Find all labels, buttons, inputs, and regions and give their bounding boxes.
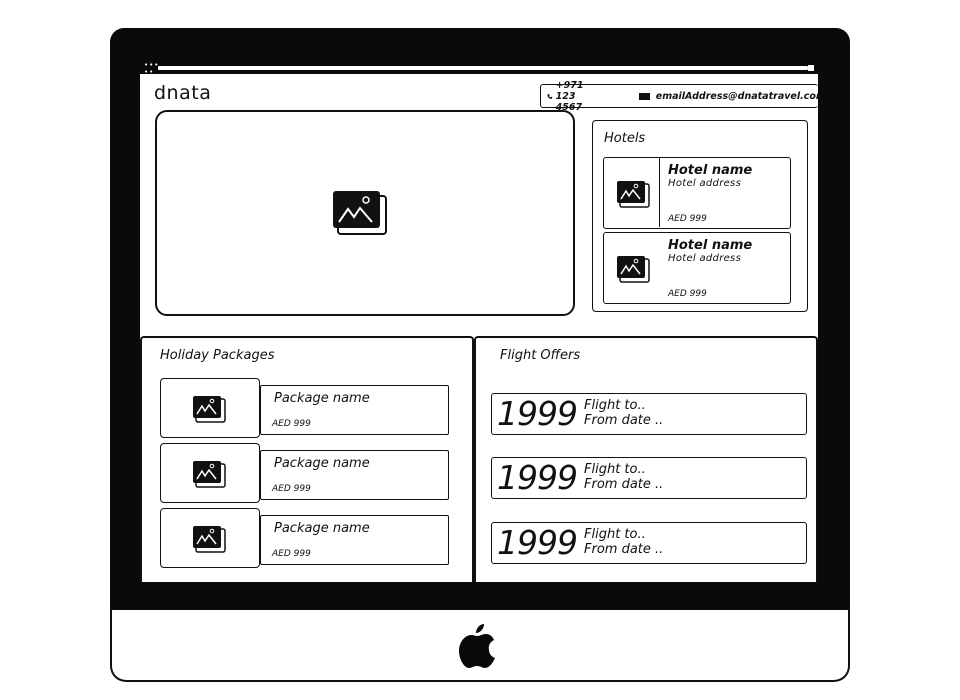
package-price: AED 999	[272, 484, 311, 494]
flight-offers-panel: Flight Offers 1999 Flight to.. From date…	[474, 336, 818, 582]
flight-price: 1999	[497, 523, 578, 562]
image-icon	[332, 190, 388, 236]
flight-price: 1999	[497, 458, 578, 497]
flight-offer-card[interactable]: 1999 Flight to.. From date ..	[491, 393, 807, 435]
image-icon	[616, 180, 650, 208]
package-card[interactable]: Package name AED 999	[160, 508, 450, 568]
package-card[interactable]: Package name AED 999	[160, 443, 450, 503]
holiday-packages-panel: Holiday Packages Package name AED 999 Pa…	[140, 336, 474, 582]
contact-email[interactable]: emailAddress@dnatatravel.com	[638, 90, 818, 102]
package-price: AED 999	[272, 549, 311, 559]
email-address: emailAddress@dnatatravel.com	[655, 90, 818, 102]
phone-icon	[547, 93, 553, 99]
hotel-name: Hotel name	[668, 238, 753, 253]
hotels-title: Hotels	[604, 131, 646, 146]
packages-title: Holiday Packages	[160, 348, 275, 363]
package-thumbnail	[160, 508, 260, 568]
hotel-card[interactable]: Hotel name Hotel address AED 999	[603, 232, 791, 304]
maximize-icon[interactable]	[808, 65, 814, 71]
package-info: Package name AED 999	[260, 385, 449, 435]
package-info: Package name AED 999	[260, 515, 449, 565]
flight-destination: Flight to..	[584, 462, 646, 477]
hotels-panel: Hotels Hotel name Hotel address AED 999	[592, 120, 808, 312]
hotel-price: AED 999	[668, 289, 707, 299]
hotel-address: Hotel address	[668, 178, 742, 189]
hotel-card[interactable]: Hotel name Hotel address AED 999	[603, 157, 791, 229]
flight-date: From date ..	[584, 542, 664, 557]
flights-title: Flight Offers	[500, 348, 581, 363]
package-thumbnail	[160, 443, 260, 503]
hotel-price: AED 999	[668, 214, 707, 224]
package-info: Package name AED 999	[260, 450, 449, 500]
image-icon	[616, 255, 650, 283]
flight-destination: Flight to..	[584, 398, 646, 413]
package-card[interactable]: Package name AED 999	[160, 378, 450, 438]
contact-phone[interactable]: +971 123 4567	[547, 80, 591, 113]
image-icon	[192, 395, 226, 423]
hero-banner[interactable]	[155, 110, 575, 316]
image-icon	[192, 460, 226, 488]
contact-bar: +971 123 4567 emailAddress@dnatatravel.c…	[540, 80, 818, 113]
flight-offer-card[interactable]: 1999 Flight to.. From date ..	[491, 522, 807, 564]
package-name: Package name	[274, 456, 370, 471]
flight-destination: Flight to..	[584, 527, 646, 542]
flight-date: From date ..	[584, 477, 664, 492]
flight-price: 1999	[497, 394, 578, 433]
brand-logo[interactable]: dnata	[154, 82, 211, 104]
webpage: dnata +971 123 4567 emailAddress@dnatatr…	[140, 74, 818, 582]
image-icon	[192, 525, 226, 553]
phone-number: +971 123 4567	[555, 79, 584, 113]
apple-logo-icon	[459, 624, 495, 668]
package-price: AED 999	[272, 419, 311, 429]
hotel-name: Hotel name	[668, 163, 753, 178]
hotel-thumbnail	[604, 233, 660, 302]
address-bar[interactable]	[158, 66, 808, 70]
package-name: Package name	[274, 521, 370, 536]
flight-date: From date ..	[584, 413, 664, 428]
package-name: Package name	[274, 391, 370, 406]
hotel-address: Hotel address	[668, 253, 742, 264]
mail-icon	[638, 92, 650, 100]
package-thumbnail	[160, 378, 260, 438]
flight-offer-card[interactable]: 1999 Flight to.. From date ..	[491, 457, 807, 499]
hotel-thumbnail	[604, 158, 660, 227]
